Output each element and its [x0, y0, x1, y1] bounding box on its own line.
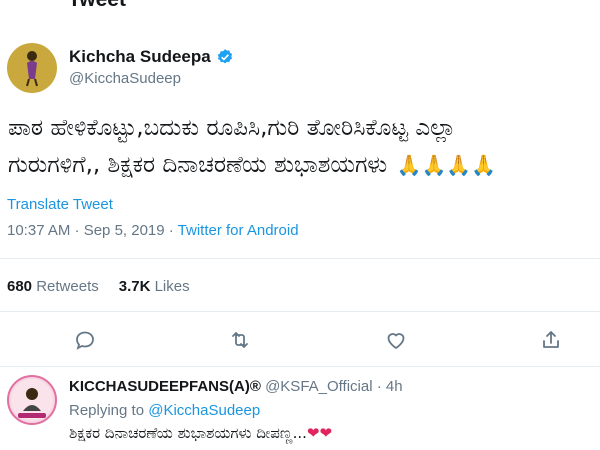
likes-label: Likes [154, 278, 190, 295]
replying-to-link[interactable]: @KicchaSudeep [148, 402, 260, 419]
likes-stat[interactable]: 3.7K Likes [119, 278, 190, 295]
folded-hands-emoji: 🙏🙏🙏🙏 [396, 153, 497, 177]
tweet-text-line-2: ಗುರುಗಳಿಗೆ,, ಶಿಕ್ಷಕರ ದಿನಾಚರಣೆಯ ಶುಭಾಶಯಗಳು … [8, 147, 598, 184]
heart-emoji: ❤❤ [306, 424, 333, 442]
retweets-stat[interactable]: 680 Retweets [7, 278, 99, 295]
avatar-logo [26, 51, 38, 87]
retweets-count: 680 [7, 278, 33, 295]
tweet-timestamp[interactable]: 10:37 AM · Sep 5, 2019 · [7, 222, 178, 239]
author-name-text[interactable]: Kichcha Sudeepa [69, 47, 211, 67]
tweet-actions [0, 328, 600, 354]
reply-icon[interactable] [73, 328, 97, 352]
reply-author-handle[interactable]: @KSFA_Official · 4h [265, 378, 403, 395]
reply-avatar[interactable] [7, 375, 57, 425]
share-icon[interactable] [539, 328, 563, 352]
tweet-meta: 10:37 AM · Sep 5, 2019 · Twitter for And… [7, 222, 299, 239]
reply-text: ಶಿಕ್ಷಕರ ದಿನಾಚರಣೆಯ ಶುಭಾಶಯಗಳು ದೀಪಣ್ಣ...❤❤ [69, 424, 332, 442]
avatar[interactable] [7, 43, 57, 93]
verified-badge-icon [217, 49, 232, 64]
tweet-source-link[interactable]: Twitter for Android [178, 222, 299, 239]
tweet-text: ಪಾಠ ಹೇಳಿಕೊಟ್ಟು,ಬದುಕು ರೂಪಿಸಿ,ಗುರಿ ತೋರಿಸಿಕ… [8, 110, 598, 184]
author-name[interactable]: Kichcha Sudeepa [69, 47, 234, 67]
tweet-text-line-1: ಪಾಠ ಹೇಳಿಕೊಟ್ಟು,ಬದುಕು ರೂಪಿಸಿ,ಗುರಿ ತೋರಿಸಿಕ… [8, 115, 456, 141]
tweet-stats: 680 Retweets 3.7K Likes [7, 278, 190, 295]
page-title: Tweet [68, 0, 126, 12]
divider [0, 311, 600, 312]
divider [0, 258, 600, 259]
like-icon[interactable] [384, 328, 408, 352]
fanclub-logo [11, 379, 53, 421]
reply-author-name[interactable]: KICCHASUDEEPFANS(A)® [69, 378, 261, 395]
tweet-text-line-2-text: ಗುರುಗಳಿಗೆ,, ಶಿಕ್ಷಕರ ದಿನಾಚರಣೆಯ ಶುಭಾಶಯಗಳು [8, 152, 388, 178]
translate-tweet-link[interactable]: Translate Tweet [7, 196, 113, 213]
retweet-icon[interactable] [228, 328, 252, 352]
author-handle[interactable]: @KicchaSudeep [69, 70, 181, 87]
replying-label: Replying to [69, 402, 149, 419]
divider [0, 366, 600, 367]
likes-count: 3.7K [118, 278, 151, 295]
replying-to: Replying to @KicchaSudeep [69, 402, 260, 419]
reply-author[interactable]: KICCHASUDEEPFANS(A)® @KSFA_Official · 4h [69, 378, 403, 395]
reply-text-body: ಶಿಕ್ಷಕರ ದಿನಾಚರಣೆಯ ಶುಭಾಶಯಗಳು ದೀಪಣ್ಣ... [69, 424, 307, 442]
retweets-label: Retweets [36, 278, 99, 295]
